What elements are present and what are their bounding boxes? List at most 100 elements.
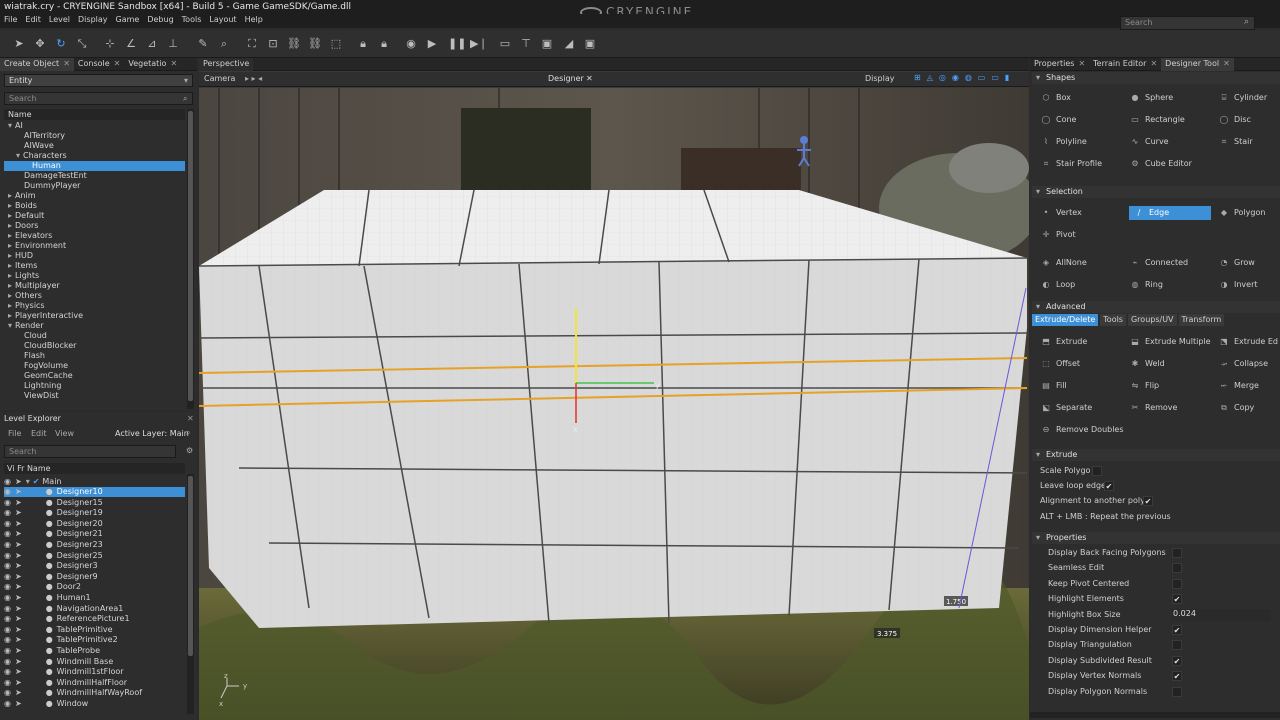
global-search-input[interactable]: Search xyxy=(1120,16,1255,30)
tab-create-object[interactable]: Create Object ✕ xyxy=(0,58,74,71)
snap-grid-icon[interactable]: ⊹ xyxy=(103,37,117,51)
le-search-input[interactable]: Search xyxy=(4,445,176,458)
collapse-arrow-icon[interactable]: ▸ xyxy=(8,281,12,290)
level-object-row[interactable]: ◉ ➤ ● WindmillHalfFloor xyxy=(4,678,185,688)
property-checkbox[interactable] xyxy=(1172,686,1182,697)
video-icon[interactable]: ▣ xyxy=(583,37,597,51)
tree-item[interactable]: GeomCache xyxy=(4,371,185,381)
level-object-row[interactable]: ◉ ➤ ● Designer15 xyxy=(4,498,185,508)
tab-vegetation[interactable]: Vegetatio ✕ xyxy=(124,58,181,71)
collapse-arrow-icon[interactable]: ▸ xyxy=(8,251,12,260)
eye-icon[interactable]: ◉ xyxy=(4,614,11,623)
le-menu-view[interactable]: View xyxy=(55,429,74,438)
eye-icon[interactable]: ◉ xyxy=(4,487,11,496)
camera-arrows-icon[interactable]: ▸ ▸ ◂ xyxy=(245,74,262,83)
tool-collapse-button[interactable]: ⤞ Collapse xyxy=(1218,357,1268,371)
freeze-icon[interactable]: ➤ xyxy=(15,477,22,486)
menu-item-file[interactable]: File xyxy=(0,14,21,25)
gamepad-icon[interactable]: ◉ xyxy=(404,37,418,51)
eye-icon[interactable]: ◉ xyxy=(4,667,11,676)
freeze-icon[interactable]: ➤ xyxy=(15,572,22,581)
extrude-option-checkbox[interactable]: ✔ xyxy=(1143,496,1153,506)
freeze-icon[interactable]: ➤ xyxy=(15,551,22,560)
select-tool-icon[interactable]: ➤ xyxy=(12,37,26,51)
menu-item-edit[interactable]: Edit xyxy=(21,14,45,25)
tool-cone-button[interactable]: ◯ Cone xyxy=(1040,113,1077,127)
entity-dropdown[interactable]: Entity xyxy=(4,74,193,87)
menu-item-game[interactable]: Game xyxy=(112,14,144,25)
level-object-row[interactable]: ◉ ➤ ● Door2 xyxy=(4,582,185,592)
tree-item[interactable]: DamageTestEnt xyxy=(4,171,185,181)
eye-icon[interactable]: ◉ xyxy=(4,635,11,644)
eye-icon[interactable]: ◉ xyxy=(4,561,11,570)
level-object-row[interactable]: ◉ ➤ ● Designer10 xyxy=(4,487,185,497)
tree-item[interactable]: Cloud xyxy=(4,331,185,341)
tree-item[interactable]: ▸ Boids xyxy=(4,201,185,211)
close-icon[interactable]: ✕ xyxy=(187,414,194,423)
freeze-icon[interactable]: ➤ xyxy=(15,593,22,602)
extrude-option-checkbox[interactable]: ✔ xyxy=(1104,481,1114,491)
align-icon[interactable]: ⊡ xyxy=(266,37,280,51)
tree-item[interactable]: ▸ Doors xyxy=(4,221,185,231)
tool-extrude-button[interactable]: ⬒ Extrude xyxy=(1040,335,1087,349)
tree-item[interactable]: ▸ Physics xyxy=(4,301,185,311)
physics-icon[interactable]: ⊤ xyxy=(519,37,533,51)
unlink-icon[interactable]: ⛓ xyxy=(308,37,322,51)
level-object-row[interactable]: ◉ ➤ ● TablePrimitive xyxy=(4,625,185,635)
collapse-arrow-icon[interactable]: ▸ xyxy=(8,221,12,230)
tree-item[interactable]: ▸ Environment xyxy=(4,241,185,251)
tree-item[interactable]: FogVolume xyxy=(4,361,185,371)
tool-separate-button[interactable]: ⬕ Separate xyxy=(1040,401,1092,415)
layer-main-row[interactable]: ◉ ➤ ▾ ✔ Main xyxy=(4,477,185,487)
frame-select-icon[interactable]: ⛶ xyxy=(245,37,259,51)
tree-item[interactable]: ▸ Multiplayer xyxy=(4,281,185,291)
snap-scale-icon[interactable]: ⊿ xyxy=(145,37,159,51)
level-object-row[interactable]: ◉ ➤ ● Designer25 xyxy=(4,551,185,561)
freeze-icon[interactable]: ➤ xyxy=(15,529,22,538)
tree-item[interactable]: AITerritory xyxy=(4,131,185,141)
freeze-icon[interactable]: ➤ xyxy=(15,604,22,613)
le-scrollbar[interactable] xyxy=(187,474,194,714)
collapse-arrow-icon[interactable]: ▸ xyxy=(8,311,12,320)
scale-tool-icon[interactable]: ⤡ xyxy=(75,37,89,51)
create-search-input[interactable]: Search xyxy=(4,92,193,105)
tab-designer-tool[interactable]: Designer Tool ✕ xyxy=(1161,58,1234,71)
collapse-arrow-icon[interactable]: ▸ xyxy=(8,211,12,220)
eye-icon[interactable]: ◉ xyxy=(4,593,11,602)
tool-fill-button[interactable]: ▤ Fill xyxy=(1040,379,1066,393)
property-checkbox[interactable] xyxy=(1172,563,1182,574)
snap-angle-icon[interactable]: ∠ xyxy=(124,37,138,51)
tool-disc-button[interactable]: ◯ Disc xyxy=(1218,113,1251,127)
tab-properties[interactable]: Properties ✕ xyxy=(1030,58,1089,71)
camera-dropdown[interactable]: Camera xyxy=(204,74,235,83)
right-panel-scrollbar[interactable] xyxy=(1030,712,1280,718)
pause-icon[interactable]: ❚❚ xyxy=(448,37,466,51)
expand-arrow-icon[interactable]: ▾ xyxy=(26,477,30,486)
level-object-row[interactable]: ◉ ➤ ● Designer23 xyxy=(4,540,185,550)
tab-terrain-editor[interactable]: Terrain Editor ✕ xyxy=(1089,58,1161,71)
tree-item[interactable]: ViewDist xyxy=(4,391,185,401)
step-icon[interactable]: ▶❘ xyxy=(470,37,488,51)
tool-box-button[interactable]: ⬡ Box xyxy=(1040,91,1071,105)
level-object-row[interactable]: ◉ ➤ ● Designer9 xyxy=(4,572,185,582)
properties-section-header[interactable]: Properties xyxy=(1032,532,1280,544)
tree-item[interactable]: CloudBlocker xyxy=(4,341,185,351)
extrude-section-header[interactable]: Extrude xyxy=(1032,449,1280,461)
eye-icon[interactable]: ◉ xyxy=(4,540,11,549)
tool-allnone-button[interactable]: ◈ AllNone xyxy=(1040,256,1087,270)
tree-item[interactable]: ▸ Elevators xyxy=(4,231,185,241)
menu-item-layout[interactable]: Layout xyxy=(205,14,240,25)
tool-stair-button[interactable]: ⌗ Stair xyxy=(1218,135,1253,149)
tree-item[interactable]: Flash xyxy=(4,351,185,361)
search-icon[interactable]: ⌕ xyxy=(186,428,190,438)
expand-arrow-icon[interactable]: ▾ xyxy=(8,121,12,130)
eye-icon[interactable]: ◉ xyxy=(4,529,11,538)
eye-icon[interactable]: ◉ xyxy=(4,646,11,655)
tool-invert-button[interactable]: ◑ Invert xyxy=(1218,278,1258,292)
layer-check-icon[interactable]: ✔ xyxy=(33,477,40,486)
eye-icon[interactable]: ◉ xyxy=(4,519,11,528)
lock-icon[interactable]: 🔒︎ xyxy=(356,37,370,51)
tool-merge-button[interactable]: ⤝ Merge xyxy=(1218,379,1259,393)
property-checkbox[interactable]: ✔ xyxy=(1172,655,1182,666)
level-object-row[interactable]: ◉ ➤ ● Designer21 xyxy=(4,529,185,539)
